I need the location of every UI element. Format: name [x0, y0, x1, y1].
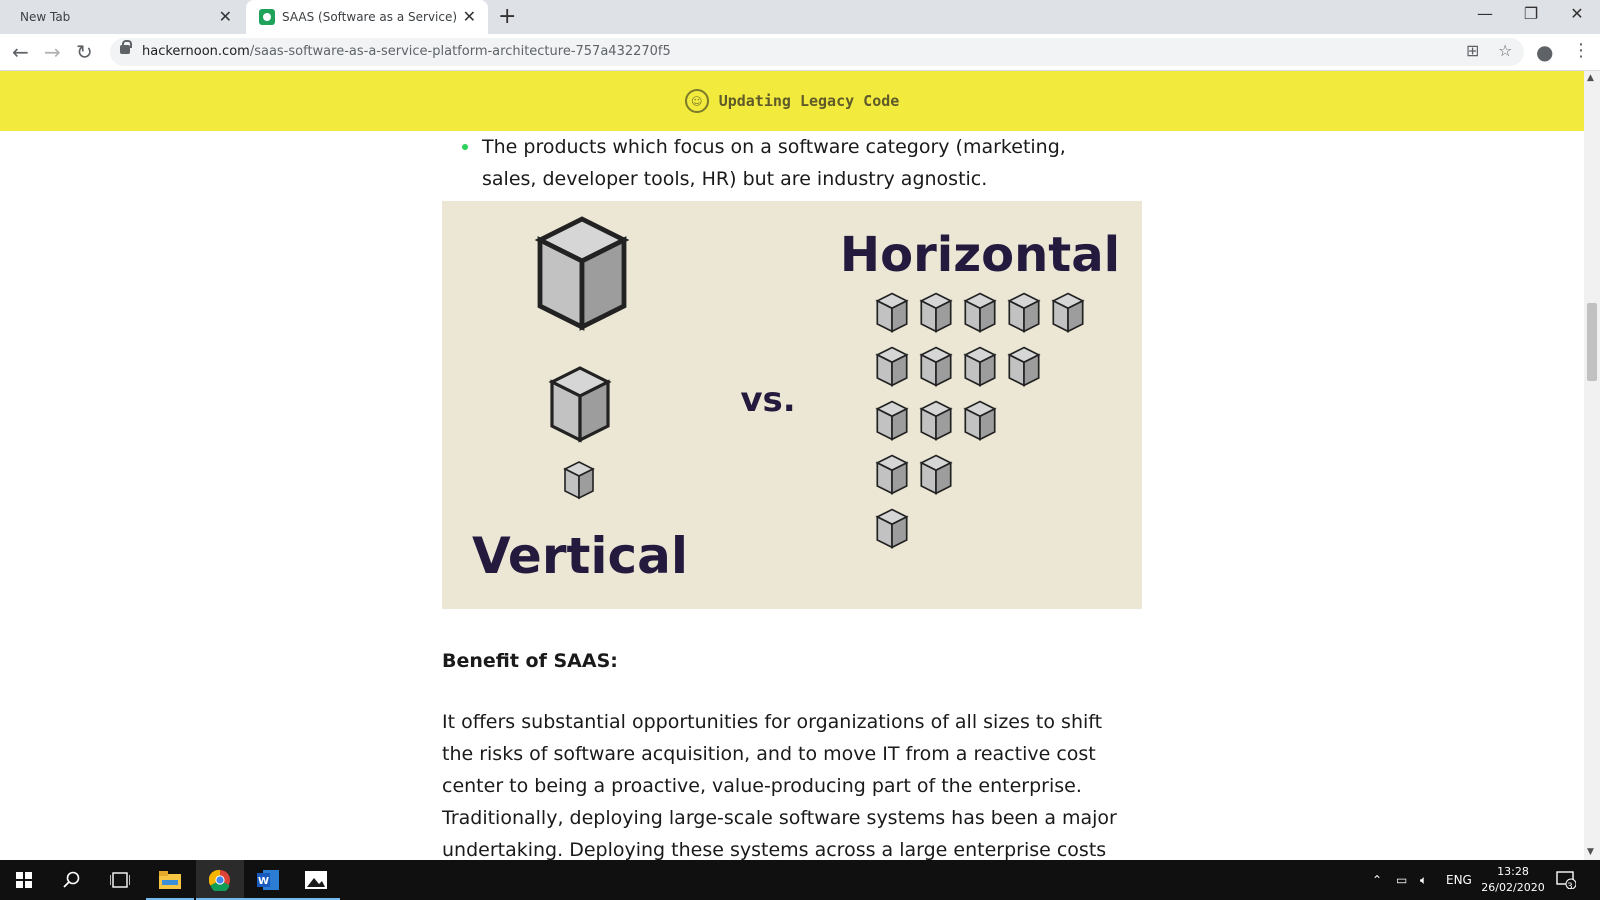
- server-icon: [876, 454, 908, 495]
- section-heading: Benefit of SAAS:: [442, 650, 618, 672]
- url-text[interactable]: hackernoon.com/saas-software-as-a-servic…: [142, 44, 671, 59]
- server-icon: [564, 461, 594, 499]
- server-icon: [540, 219, 624, 327]
- address-bar[interactable]: hackernoon.com/saas-software-as-a-servic…: [110, 38, 1524, 66]
- tab-strip: New Tab ✕ SAAS (Software as a Service) P…: [0, 0, 1600, 34]
- server-icon: [964, 400, 996, 441]
- show-hidden-icons-icon[interactable]: ⌃: [1372, 860, 1382, 900]
- server-icon: [920, 454, 952, 495]
- close-window-icon[interactable]: ✕: [1554, 4, 1600, 23]
- scroll-up-icon[interactable]: ▲: [1587, 73, 1594, 83]
- bullet-dot: [462, 144, 468, 150]
- figure-vs-label: vs.: [740, 380, 795, 420]
- page-viewport: ☺ Updating Legacy Code The products whic…: [0, 71, 1584, 860]
- server-icon: [550, 366, 610, 442]
- server-icon: [964, 292, 996, 333]
- close-tab-icon[interactable]: ✕: [219, 7, 232, 26]
- server-icon: [876, 400, 908, 441]
- server-icon: [920, 400, 952, 441]
- restore-icon[interactable]: ❐: [1508, 4, 1554, 23]
- hackernoon-favicon-icon: [259, 9, 275, 25]
- file-explorer-icon[interactable]: [146, 860, 194, 900]
- tab-title: New Tab: [20, 10, 71, 24]
- svg-text:W: W: [258, 876, 269, 887]
- figure-graphic: Vertical vs. Horizontal: [472, 201, 1120, 585]
- notification-count: 3: [1567, 882, 1573, 892]
- menu-icon[interactable]: ⋮: [1572, 40, 1590, 61]
- article-paragraph: It offers substantial opportunities for …: [442, 711, 1117, 860]
- server-icon: [876, 508, 908, 549]
- figure-horizontal-label: Horizontal: [840, 227, 1120, 283]
- forward-icon[interactable]: →: [44, 40, 61, 64]
- language-indicator[interactable]: ENG: [1446, 860, 1472, 900]
- notifications-icon[interactable]: 3: [1556, 860, 1576, 900]
- banner-label[interactable]: Updating Legacy Code: [719, 92, 900, 110]
- server-icon: [964, 346, 996, 387]
- server-icon: [1008, 292, 1040, 333]
- announcement-banner[interactable]: ☺ Updating Legacy Code: [0, 71, 1584, 131]
- figure-vertical-label: Vertical: [472, 527, 688, 585]
- browser-toolbar: ← → ↻ hackernoon.com/saas-software-as-a-…: [0, 34, 1600, 71]
- word-icon[interactable]: W: [244, 860, 292, 900]
- tab-new-tab[interactable]: New Tab ✕: [0, 0, 244, 34]
- tab-saas-article[interactable]: SAAS (Software as a Service) Plat ✕: [246, 0, 488, 34]
- scroll-down-icon[interactable]: ▼: [1587, 847, 1594, 857]
- clock[interactable]: 13:28 26/02/2020: [1478, 864, 1548, 896]
- clock-date: 26/02/2020: [1481, 881, 1545, 894]
- lock-icon: [120, 40, 132, 54]
- clock-time: 13:28: [1497, 865, 1529, 878]
- bullet-item: The products which focus on a software c…: [482, 136, 1066, 190]
- translate-icon[interactable]: ⊞: [1466, 41, 1479, 60]
- windows-taskbar: W ⌃ ▭ 🔈︎ ENG 13:28 26/02/2020 3: [0, 860, 1600, 900]
- volume-icon[interactable]: 🔈︎: [1420, 860, 1427, 900]
- server-icon: [920, 346, 952, 387]
- tab-title: SAAS (Software as a Service) Plat: [282, 10, 458, 24]
- new-tab-icon[interactable]: +: [498, 4, 516, 29]
- scrollbar-thumb[interactable]: [1587, 303, 1597, 381]
- chrome-icon[interactable]: [196, 860, 244, 900]
- bookmark-star-icon[interactable]: ☆: [1498, 41, 1512, 60]
- server-icon: [1052, 292, 1084, 333]
- profile-icon[interactable]: ●: [1536, 40, 1553, 64]
- search-icon[interactable]: [48, 860, 96, 900]
- server-icon: [1008, 346, 1040, 387]
- back-icon[interactable]: ←: [12, 40, 29, 64]
- vertical-vs-horizontal-figure: Vertical vs. Horizontal: [442, 201, 1142, 609]
- network-icon[interactable]: ▭: [1396, 860, 1407, 900]
- photos-icon[interactable]: [292, 860, 340, 900]
- server-icon: [876, 292, 908, 333]
- server-icon: [876, 346, 908, 387]
- hackernoon-logo-icon: ☺: [684, 89, 709, 113]
- page-scrollbar[interactable]: ▲ ▼: [1584, 71, 1600, 860]
- reload-icon[interactable]: ↻: [76, 40, 93, 64]
- task-view-icon[interactable]: [96, 860, 144, 900]
- server-icon: [920, 292, 952, 333]
- close-tab-icon[interactable]: ✕: [463, 7, 476, 26]
- start-icon[interactable]: [0, 860, 48, 900]
- minimize-icon[interactable]: —: [1462, 4, 1508, 23]
